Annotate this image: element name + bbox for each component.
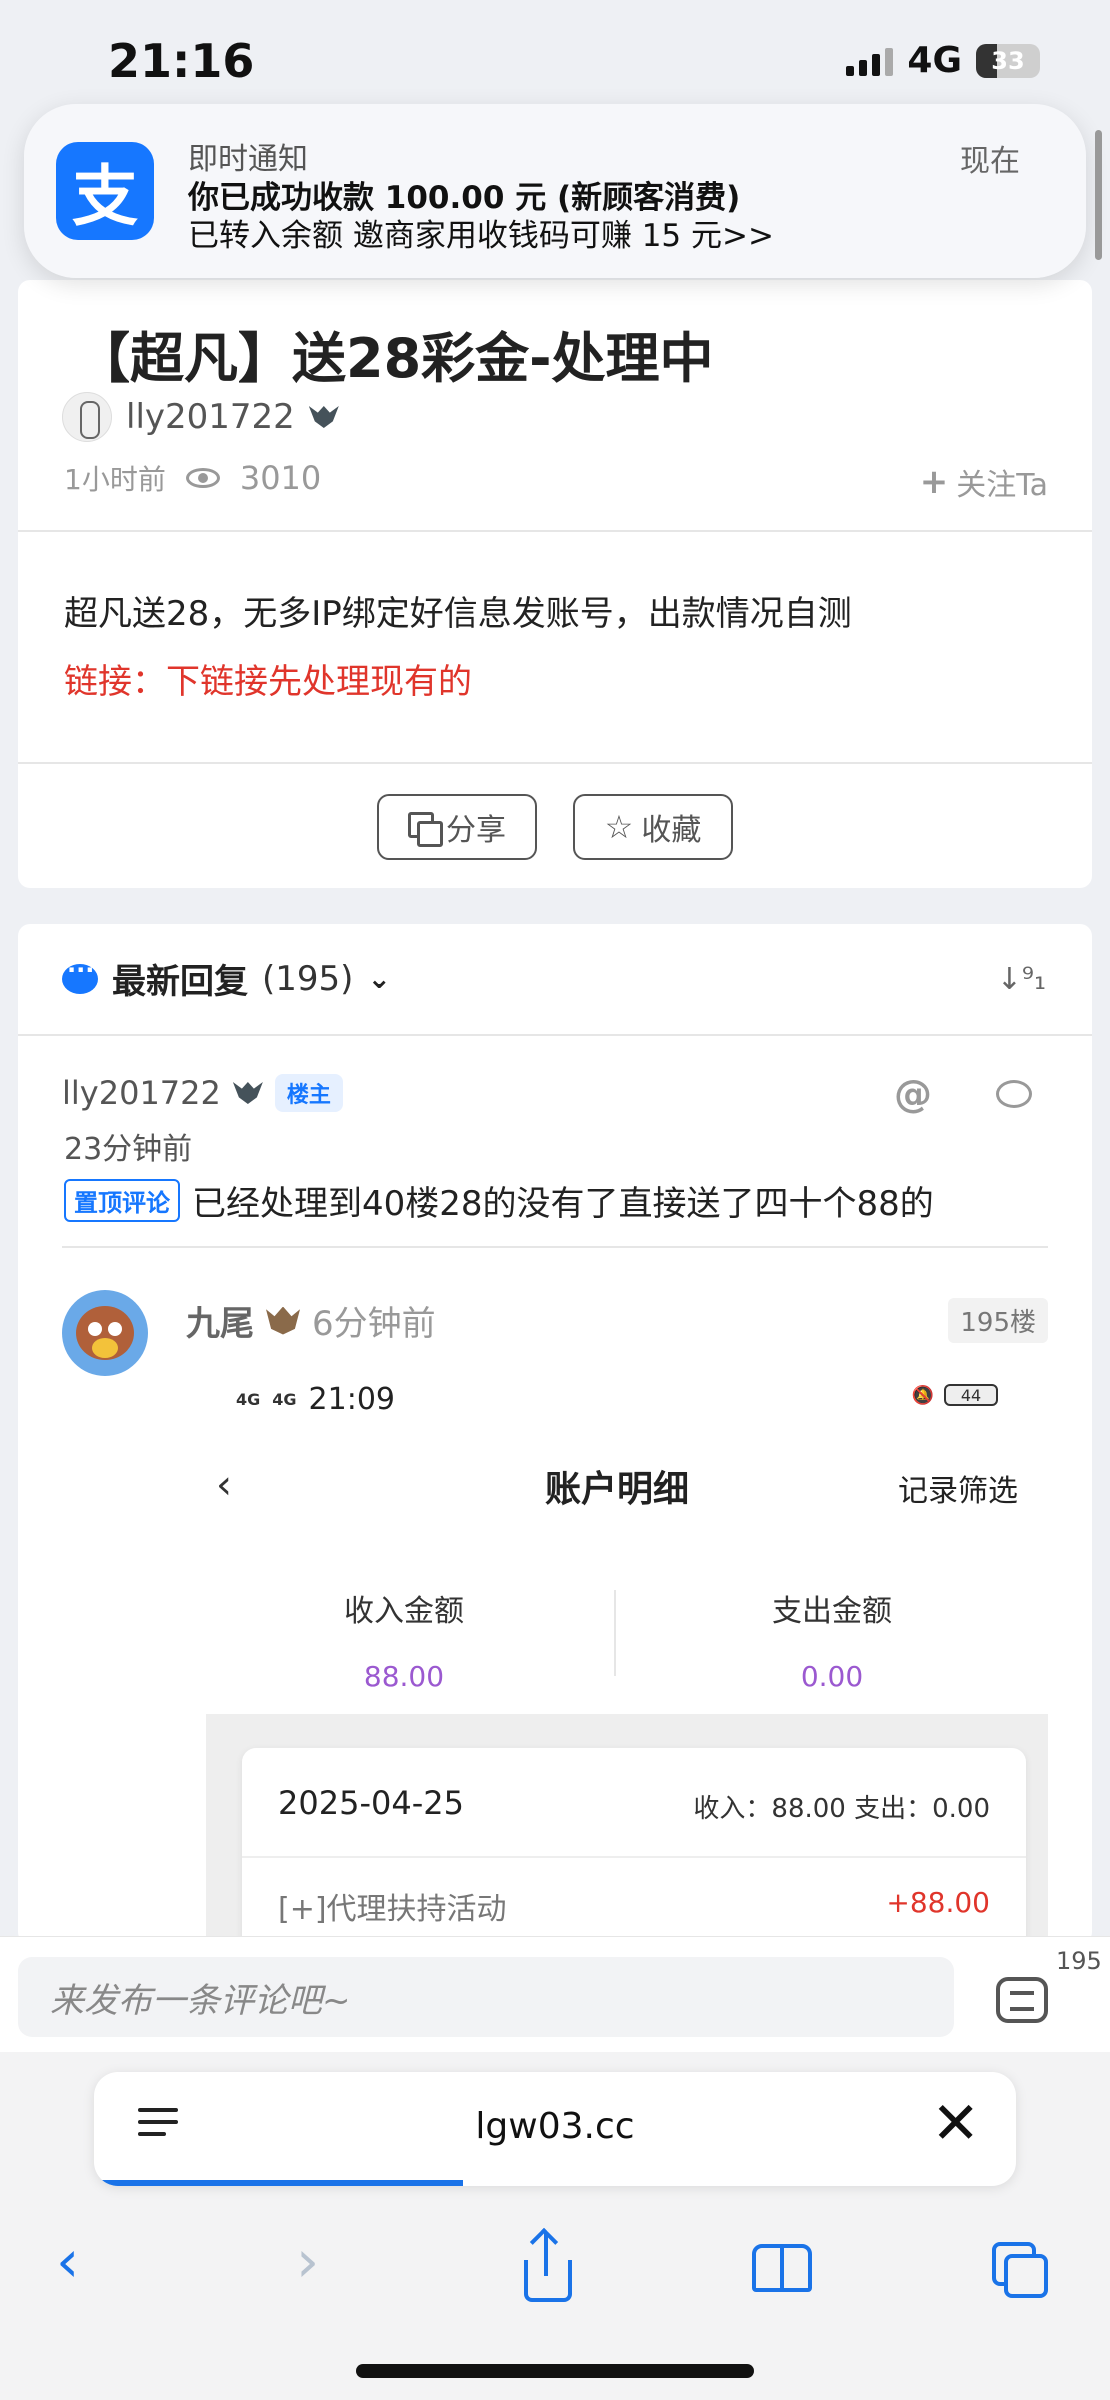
rank-badge-icon [308, 406, 339, 428]
post-card: 【超凡】送28彩金-处理中 lly201722 1小时前 3010 + 关注Ta… [18, 280, 1092, 888]
divider [18, 530, 1092, 532]
battery-icon: 33 [976, 43, 1040, 78]
plus-icon: + [919, 462, 949, 502]
image-filter-label: 记录筛选 [898, 1474, 1018, 1509]
avatar[interactable] [62, 392, 112, 442]
scroll-indicator[interactable] [1095, 130, 1102, 260]
signal-icon: 4G [272, 1389, 297, 1409]
floor-badge: 195楼 [948, 1298, 1048, 1343]
replies-header[interactable]: 最新回复 (195) ⌄ [62, 954, 391, 1003]
mention-icon[interactable]: @ [894, 1072, 932, 1116]
eye-icon [185, 468, 220, 488]
reply-author-name[interactable]: lly201722 [62, 1074, 221, 1112]
post-meta: 1小时前 3010 [64, 458, 321, 498]
sort-icon[interactable]: ↓⁹₁ [997, 962, 1046, 997]
load-progress-bar [94, 2180, 463, 2186]
notification-time: 现在 [960, 144, 1020, 179]
forward-icon[interactable]: › [296, 2232, 319, 2290]
reply-time: 23分钟前 [64, 1132, 193, 1167]
comments-count: 195 [1056, 1947, 1102, 1975]
author-name[interactable]: lly201722 [126, 397, 295, 437]
rank-badge-icon [266, 1306, 300, 1335]
battery-icon: 44 [944, 1384, 998, 1406]
divider [62, 1246, 1048, 1248]
comment-input[interactable]: 来发布一条评论吧~ [18, 1957, 954, 2037]
cellular-signal-icon [846, 46, 894, 76]
favorite-label: 收藏 [641, 813, 702, 848]
reply-author[interactable]: lly201722 楼主 [62, 1074, 343, 1112]
avatar[interactable] [62, 1290, 148, 1376]
star-icon: ☆ [604, 808, 634, 846]
reply-icon[interactable] [996, 1080, 1032, 1108]
tabs-icon[interactable] [992, 2242, 1050, 2300]
network-type: 4G [907, 40, 962, 81]
notification-submessage: 已转入余额 邀商家用收钱码可赚 15 元>> [188, 218, 774, 254]
owner-badge: 楼主 [274, 1074, 343, 1112]
close-icon[interactable]: ✕ [931, 2094, 980, 2152]
chat-bubble-icon [62, 956, 98, 994]
reply-image[interactable]: 4G 4G 21:09 🔕 44 ‹ 账户明细 记录筛选 收入金额 88.00 … [186, 1354, 1048, 1944]
comment-bar: 来发布一条评论吧~ 195 [0, 1936, 1110, 2052]
mute-icon: 🔕 [911, 1384, 934, 1406]
follow-label: 关注Ta [956, 468, 1048, 503]
comments-icon[interactable] [996, 1977, 1048, 2023]
reply-time: 6分钟前 [312, 1304, 436, 1344]
divider [18, 1034, 1092, 1036]
expense-label: 支出金额 [772, 1594, 892, 1629]
chevron-down-icon: ⌄ [367, 962, 391, 995]
income-label: 收入金额 [344, 1594, 464, 1629]
browser-toolbar: lgw03.cc ✕ ‹ › [0, 2052, 1110, 2400]
record-summary: 收入：88.00 支出：0.00 [693, 1794, 990, 1824]
expense-value: 0.00 [800, 1660, 864, 1693]
pinned-badge: 置顶评论 [64, 1179, 180, 1222]
push-notification[interactable]: 支 即时通知 你已成功收款 100.00 元 (新顾客消费) 已转入余额 邀商家… [24, 104, 1086, 278]
post-time: 1小时前 [64, 463, 166, 496]
home-indicator[interactable] [356, 2364, 754, 2378]
reply-author-name[interactable]: 九尾 [186, 1296, 254, 1345]
copy-icon [408, 812, 443, 847]
navigation-bar: ‹ › [0, 2222, 1110, 2342]
signal-icon: 4G [236, 1389, 261, 1409]
post-body: 超凡送28，无多IP绑定好信息发账号，出款情况自测 [64, 594, 852, 634]
replies-count: (195) [262, 958, 354, 999]
favorite-button[interactable]: ☆ 收藏 [573, 794, 733, 860]
back-icon[interactable]: ‹ [56, 2232, 79, 2290]
replies-title: 最新回复 [112, 962, 248, 1002]
rank-badge-icon [232, 1082, 263, 1104]
record-card: 2025-04-25 收入：88.00 支出：0.00 [+]代理扶持活动 +8… [242, 1748, 1026, 1944]
status-time: 21:16 [108, 34, 255, 88]
income-value: 88.00 [363, 1660, 445, 1693]
expense-summary: 支出金额 0.00 [622, 1586, 1042, 1693]
post-link[interactable]: 链接：下链接先处理现有的 [64, 654, 472, 703]
reply-content: 置顶评论 已经处理到40楼28的没有了直接送了四十个88的 [64, 1176, 934, 1225]
image-time: 21:09 [308, 1382, 395, 1417]
follow-button[interactable]: + 关注Ta [920, 460, 1048, 504]
income-summary: 收入金额 88.00 [194, 1586, 614, 1693]
alipay-icon: 支 [56, 142, 154, 240]
share-label: 分享 [446, 813, 506, 848]
record-date: 2025-04-25 [278, 1784, 464, 1822]
address-bar[interactable]: lgw03.cc ✕ [94, 2072, 1016, 2186]
share-button[interactable]: 分享 [377, 794, 537, 860]
replies-section: 最新回复 (195) ⌄ ↓⁹₁ lly201722 楼主 @ 23分钟前 置顶… [18, 924, 1092, 1944]
view-count: 3010 [239, 459, 322, 497]
reply-author[interactable]: 九尾 6分钟前 [186, 1296, 436, 1345]
record-amount: +88.00 [886, 1886, 990, 1919]
post-title: 【超凡】送28彩金-处理中 [76, 327, 714, 390]
reply-text: 已经处理到40楼28的没有了直接送了四十个88的 [192, 1184, 934, 1224]
record-item: [+]代理扶持活动 [278, 1892, 507, 1927]
post-actions: 分享 ☆ 收藏 [18, 794, 1092, 860]
url-text[interactable]: lgw03.cc [94, 2106, 1016, 2147]
bookmarks-icon[interactable] [752, 2244, 816, 2296]
share-icon[interactable] [520, 2232, 576, 2302]
divider [614, 1590, 616, 1676]
post-author[interactable]: lly201722 [62, 392, 339, 442]
divider [18, 762, 1092, 764]
image-status-bar: 4G 4G 21:09 [236, 1382, 395, 1417]
